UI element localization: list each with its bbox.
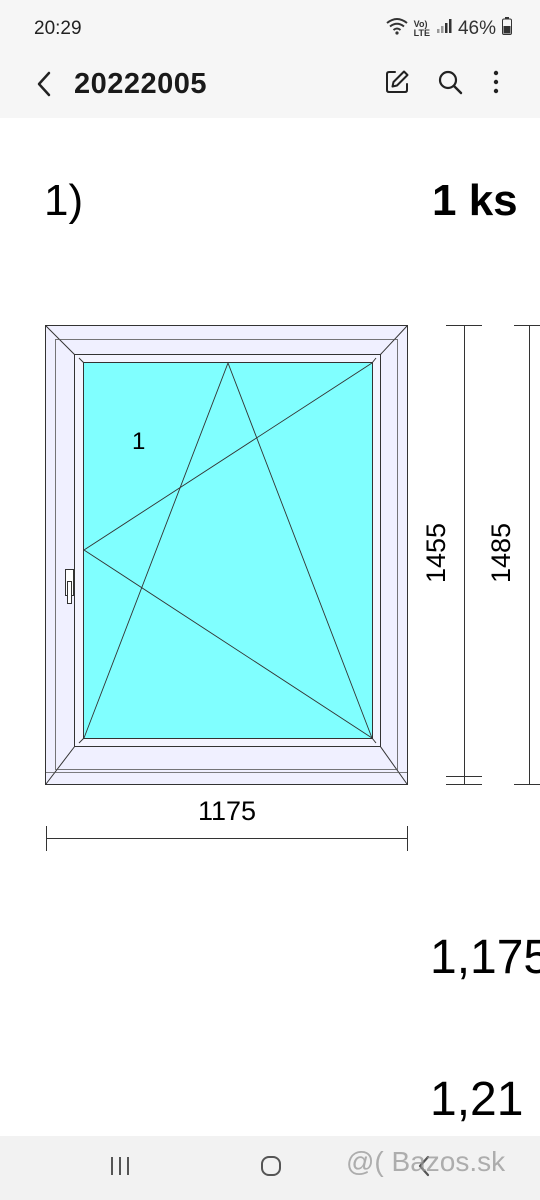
value-1: 1,175 — [430, 931, 540, 984]
more-options-button[interactable] — [476, 64, 516, 104]
status-bar: 20:29 Vo) LTE 46% — [0, 0, 540, 60]
battery-icon — [502, 17, 512, 41]
home-icon — [259, 1154, 283, 1183]
volte-icon: Vo) LTE — [414, 20, 430, 38]
watermark: @( Bazos.sk — [346, 1146, 506, 1177]
back-button[interactable] — [26, 66, 62, 106]
quantity-label: 1 ks — [432, 176, 518, 225]
volte-label-bottom: LTE — [413, 28, 430, 38]
window-glass — [83, 362, 373, 739]
app-bar: 20222005 — [0, 60, 540, 119]
search-icon — [437, 69, 463, 100]
outer-height-dimension-label: 1485 — [486, 522, 516, 584]
document-page[interactable]: 1) 1 ks 1 1175 1455 1485 1,175 1,21 — [0, 118, 540, 1136]
inner-height-dimension-label: 1455 — [421, 522, 451, 584]
item-number: 1) — [44, 176, 84, 225]
signal-icon — [436, 18, 452, 40]
home-button[interactable] — [241, 1146, 301, 1190]
value-2: 1,21 — [430, 1073, 524, 1126]
wifi-icon — [386, 17, 408, 41]
battery-text: 46% — [457, 18, 496, 39]
edit-button[interactable] — [377, 64, 417, 104]
more-vert-icon — [492, 70, 500, 99]
status-time: 20:29 — [34, 18, 82, 39]
width-dimension-label: 1175 — [197, 796, 257, 826]
document-title: 20222005 — [74, 68, 208, 100]
search-button[interactable] — [430, 64, 470, 104]
recents-icon — [109, 1156, 131, 1181]
recents-button[interactable] — [90, 1146, 150, 1190]
navigation-bar: @( Bazos.sk — [0, 1136, 540, 1200]
window-number-label: 1 — [132, 428, 146, 455]
status-icons: Vo) LTE 46% — [386, 16, 512, 42]
back-arrow-icon — [35, 70, 53, 103]
edit-icon — [384, 69, 410, 100]
